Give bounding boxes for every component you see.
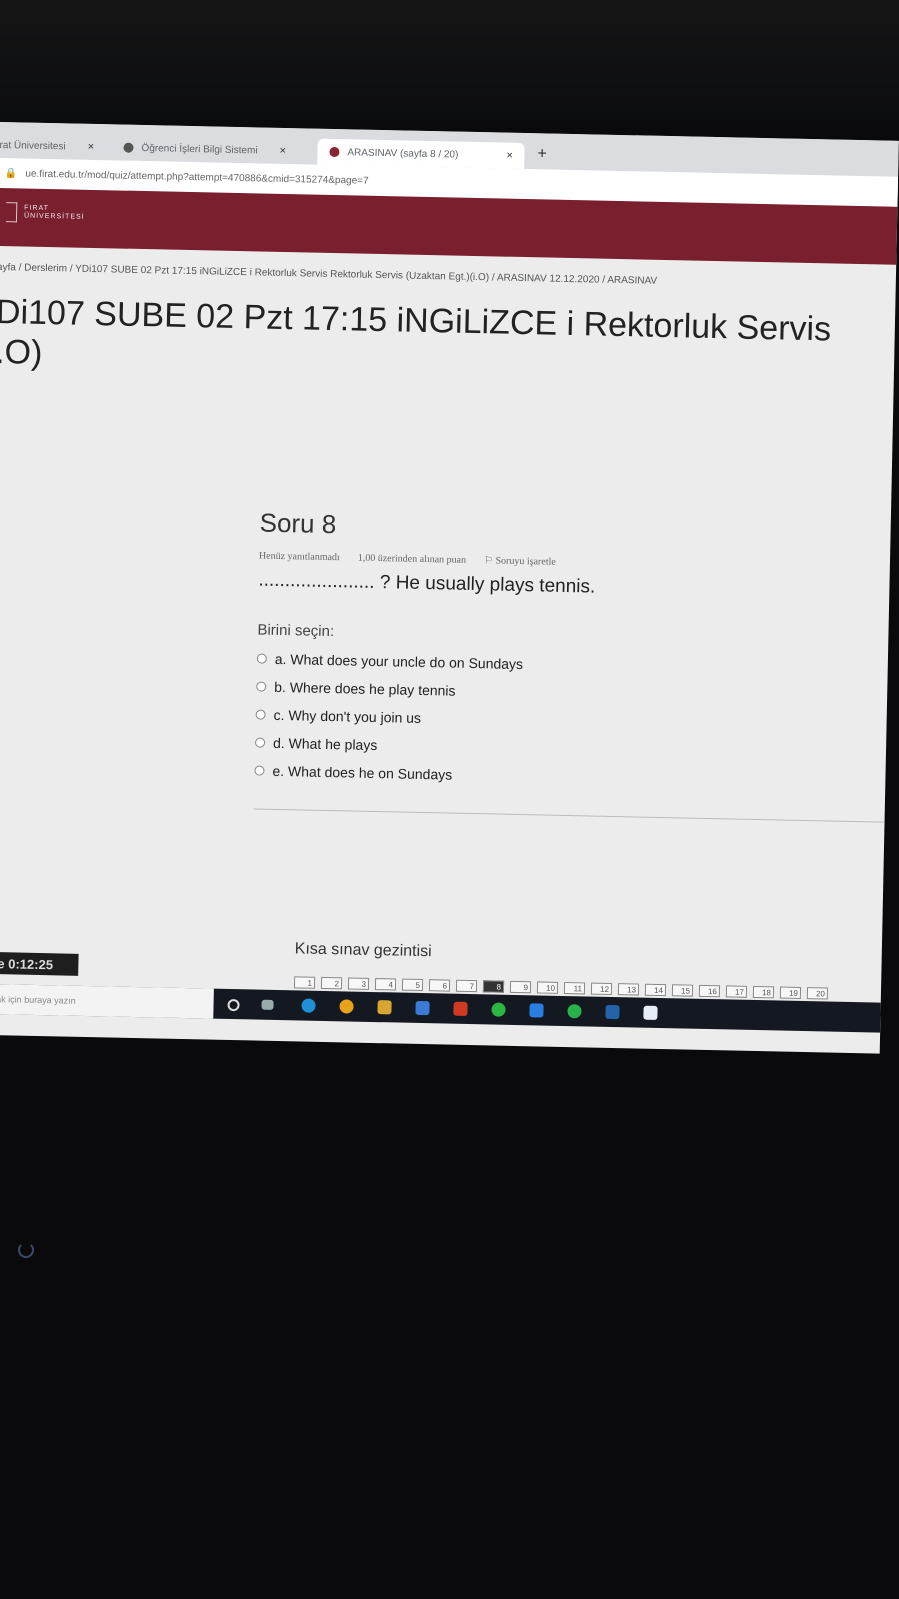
quiz-nav-page-4[interactable]: 4: [374, 978, 397, 991]
radio-button[interactable]: [255, 709, 266, 720]
question-text: ...................... ? He usually play…: [258, 569, 596, 598]
edge-icon[interactable]: [301, 998, 316, 1013]
answer-status: Henüz yanıtlanmadı: [258, 550, 340, 564]
divider: [253, 808, 884, 823]
quiz-nav-page-10[interactable]: 10: [536, 981, 559, 994]
taskbar-search-input[interactable]: amak için buraya yazın: [0, 983, 214, 1019]
close-icon[interactable]: ×: [88, 141, 95, 153]
close-icon[interactable]: ×: [506, 150, 513, 162]
todo-icon[interactable]: [529, 1003, 544, 1018]
quiz-nav-page-12[interactable]: 12: [590, 982, 613, 996]
browser-screen: rat Üniversitesi × Öğrenci İşleri Bilgi …: [0, 122, 899, 1054]
quiz-nav-page-5[interactable]: 5: [401, 978, 424, 992]
quiz-navigation: Kısa sınav gezintisi 1 2 3 4 5 6 7 8 9 10 11 12 13 14…: [293, 940, 829, 1000]
question-heading: Soru 8: [259, 507, 337, 540]
radio-button[interactable]: [254, 737, 266, 748]
option-a[interactable]: a. What does your uncle do on Sundays: [256, 650, 897, 679]
breadcrumb-item[interactable]: YDi107 SUBE 02 Pzt 17:15 iNGiLiZCE i Rek…: [75, 264, 489, 284]
radio-button[interactable]: [254, 765, 265, 776]
tab-label: ARASINAV (sayfa 8 / 20): [347, 146, 459, 161]
quiz-nav-page-3[interactable]: 3: [347, 977, 370, 990]
tab-obs[interactable]: Öğrenci İşleri Bilgi Sistemi ×: [123, 135, 286, 164]
quiz-nav-title: Kısa sınav gezintisi: [294, 940, 432, 961]
quiz-nav-page-14[interactable]: 14: [644, 983, 667, 997]
chrome-icon[interactable]: [339, 999, 354, 1014]
breadcrumb-item[interactable]: ayfa: [0, 262, 16, 273]
flag-question-link[interactable]: ⚐ Soruyu işaretle: [484, 555, 556, 567]
monitor-bezel: [0, 0, 899, 120]
office-icon[interactable]: [453, 1001, 468, 1016]
globe-icon: [123, 142, 134, 153]
option-label[interactable]: d. What he plays: [273, 735, 378, 753]
breadcrumb: ayfa / Derslerim / YDi107 SUBE 02 Pzt 17…: [0, 262, 657, 287]
university-logo-icon[interactable]: [5, 202, 18, 223]
quiz-nav-page-20[interactable]: 20: [806, 987, 829, 1000]
mail-icon[interactable]: [415, 1000, 430, 1016]
quiz-nav-page-13[interactable]: 13: [617, 983, 640, 996]
quiz-nav-page-18[interactable]: 18: [752, 985, 775, 999]
breadcrumb-item[interactable]: ARASINAV 12.12.2020: [497, 272, 600, 285]
file-explorer-icon[interactable]: [377, 1000, 392, 1015]
choice-prompt: Birini seçin:: [257, 621, 335, 641]
option-c[interactable]: c. Why don't you join us: [255, 706, 895, 735]
question-block: Soru 8 Henüz yanıtlanmadı 1,00 üzerinden…: [253, 507, 899, 823]
site-favicon-icon: [329, 146, 340, 158]
tab-university[interactable]: rat Üniversitesi ×: [0, 132, 94, 160]
close-icon[interactable]: ×: [279, 145, 286, 157]
spotify-icon[interactable]: [567, 1004, 582, 1019]
quiz-nav-page-16[interactable]: 16: [698, 984, 721, 998]
option-e[interactable]: e. What does he on Sundays: [254, 762, 894, 791]
logo-text: FIRAT ÜNİVERSİTESİ: [23, 204, 85, 221]
app-icon[interactable]: [605, 1004, 620, 1020]
quiz-nav-page-2[interactable]: 2: [320, 976, 343, 990]
quiz-nav-page-7[interactable]: 7: [455, 979, 478, 993]
quiz-timer: üre 0:12:25: [0, 951, 79, 976]
breadcrumb-item[interactable]: Derslerim: [24, 263, 67, 275]
option-label[interactable]: c. Why don't you join us: [273, 707, 421, 726]
question-points: 1,00 üzerinden alınan puan: [357, 552, 467, 566]
quiz-nav-page-17[interactable]: 17: [725, 985, 748, 998]
tab-label: rat Üniversitesi: [0, 139, 66, 152]
task-view-icon[interactable]: [261, 999, 274, 1010]
radio-button[interactable]: [256, 681, 267, 692]
quiz-nav-page-1[interactable]: 1: [293, 976, 316, 989]
cortana-icon[interactable]: [227, 998, 240, 1012]
quiz-nav-page-9[interactable]: 9: [509, 980, 532, 994]
radio-button[interactable]: [256, 653, 267, 664]
quiz-nav-page-11[interactable]: 11: [563, 982, 586, 995]
option-label[interactable]: b. Where does he play tennis: [274, 679, 456, 699]
quiz-nav-page-15[interactable]: 15: [671, 984, 694, 997]
breadcrumb-item[interactable]: ARASINAV: [607, 275, 657, 287]
whatsapp-icon[interactable]: [491, 1002, 506, 1017]
option-b[interactable]: b. Where does he play tennis: [256, 678, 896, 707]
power-icon: [18, 1242, 34, 1258]
tab-label: Öğrenci İşleri Bilgi Sistemi: [141, 142, 258, 156]
new-tab-button[interactable]: +: [537, 145, 547, 163]
quiz-nav-page-6[interactable]: 6: [428, 979, 451, 992]
option-label[interactable]: e. What does he on Sundays: [272, 763, 452, 783]
app-icon-2[interactable]: [643, 1005, 658, 1020]
url-text: ue.firat.edu.tr/mod/quiz/attempt.php?att…: [25, 168, 369, 187]
page-title: Di107 SUBE 02 Pzt 17:15 iNGiLiZCE i Rekt…: [0, 292, 832, 372]
quiz-nav-page-19[interactable]: 19: [779, 986, 802, 999]
option-d[interactable]: d. What he plays: [254, 734, 895, 763]
option-label[interactable]: a. What does your uncle do on Sundays: [275, 651, 524, 672]
lock-icon: 🔒: [4, 167, 18, 179]
quiz-nav-page-8[interactable]: 8: [482, 980, 505, 993]
flag-icon: ⚐: [483, 555, 494, 567]
